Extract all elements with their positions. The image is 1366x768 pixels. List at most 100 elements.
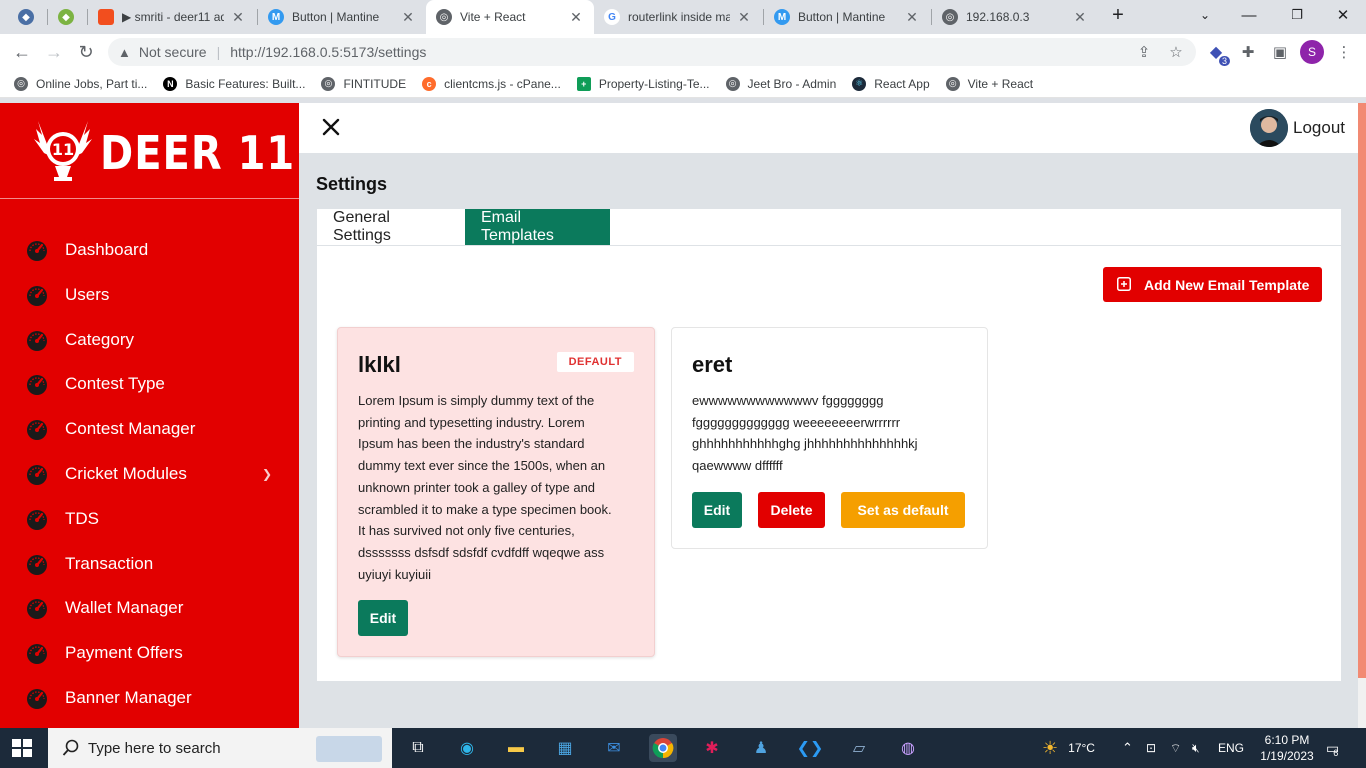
sidebar-item-payment-offers[interactable]: Payment Offers [0,631,299,675]
extension-icon[interactable]: ◆ 3 [1204,40,1230,66]
slack-icon[interactable]: ✱ [698,734,726,762]
new-tab-button[interactable]: + [1098,0,1138,30]
minimize-icon[interactable]: — [1226,0,1272,30]
weather-widget[interactable]: ☀ 17°C [1042,728,1095,768]
side-panel-icon[interactable]: ▣ [1268,40,1292,64]
close-window-icon[interactable]: ✕ [1320,0,1366,30]
restore-icon[interactable]: ❐ [1274,0,1320,30]
bookmark[interactable]: ◎ Jeet Bro - Admin [725,76,836,91]
tab-email-templates[interactable]: Email Templates [465,209,610,245]
speedometer-icon [27,644,47,665]
speedometer-icon [27,465,47,485]
language-indicator[interactable]: ENG [1218,728,1244,768]
file-explorer-icon[interactable]: ▬ [502,734,530,762]
network-icon[interactable]: ⊡ [1146,728,1156,768]
logout-link[interactable]: Logout [1293,118,1345,138]
clock[interactable]: 6:10 PM 1/19/2023 [1256,728,1318,768]
browser-tab[interactable]: M Button | Mantine ✕ [258,0,426,34]
globe-icon: ◎ [942,9,958,25]
close-icon[interactable] [319,115,343,139]
edit-button[interactable]: Edit [358,600,408,636]
template-body-line: It has survived not only five centuries, [358,523,575,539]
speedometer-icon [27,689,47,709]
weather-icon: ☀ [1042,737,1059,758]
avatar[interactable] [1250,109,1288,147]
edit-button[interactable]: Edit [692,492,742,528]
browser-tab[interactable]: M Button | Mantine ✕ [764,0,930,34]
default-badge: DEFAULT [556,352,634,372]
app-icon[interactable]: ♟ [747,734,775,762]
close-icon[interactable]: ✕ [736,9,752,26]
globe-icon: ◎ [436,9,452,25]
forward-icon[interactable]: → [40,38,68,66]
scrollbar-thumb[interactable] [1358,103,1366,678]
reload-icon[interactable]: ↻ [72,38,100,66]
security-label: Not secure [138,44,207,60]
edge-icon[interactable]: ◉ [453,734,481,762]
close-icon[interactable]: ✕ [568,9,584,26]
chevron-up-icon[interactable]: ⌃ [1122,728,1133,768]
sidebar-item-contest-manager[interactable]: Contest Manager [0,407,299,451]
sidebar-item-wallet-manager[interactable]: Wallet Manager [0,586,299,630]
share-icon[interactable]: ⇪ [1132,40,1156,64]
mail-icon[interactable]: ✉ [600,734,628,762]
sidebar-item-transaction[interactable]: Transaction [0,542,299,586]
windows-start-icon[interactable] [12,739,32,757]
profile-avatar[interactable]: S [1300,40,1324,64]
scrollbar[interactable] [1358,103,1366,728]
notifications-icon[interactable]: ▭ 6 [1326,728,1339,768]
sidebar-item-users[interactable]: Users [0,273,299,317]
volume-muted-icon[interactable]: 🔇︎ [1192,728,1200,768]
bookmark-label: Vite + React [967,76,1034,91]
bookmark[interactable]: c clientcms.js - cPane... [422,76,561,91]
globe-icon: ◎ [321,76,336,91]
wifi-icon[interactable]: ⌔ [1170,728,1181,768]
browser-tab[interactable]: ▶ smriti - deer11 ad ✕ [88,0,256,34]
github-desktop-icon[interactable]: ◍ [894,734,922,762]
tab-search-icon[interactable]: ⌄ [1182,0,1228,30]
sidebar-item-category[interactable]: Category [0,318,299,362]
bookmark-star-icon[interactable]: ☆ [1164,40,1188,64]
add-email-template-button[interactable]: Add New Email Template [1103,267,1322,302]
notepad-icon[interactable]: ▱ [845,734,873,762]
chrome-icon[interactable] [649,734,677,762]
close-icon[interactable]: ✕ [400,9,416,26]
close-icon[interactable]: ✕ [1072,9,1088,26]
react-icon: ⚛ [852,76,867,91]
bookmark[interactable]: ◎ FINTITUDE [321,76,406,91]
browser-tab-active[interactable]: ◎ Vite + React ✕ [426,0,594,34]
bookmark[interactable]: ◎ Vite + React [945,76,1034,91]
plus-square-icon [1117,277,1131,291]
close-icon[interactable]: ✕ [904,9,920,26]
bookmark[interactable]: + Property-Listing-Te... [576,76,710,91]
browser-tab-label: ▶ smriti - deer11 ad [122,10,224,24]
tab-general-settings[interactable]: General Settings [317,209,465,245]
close-icon[interactable]: ✕ [230,9,246,26]
app-header: Logout [299,103,1358,153]
sidebar-item-dashboard[interactable]: Dashboard [0,228,299,272]
template-body-line: dsssssss dsfsdf sdsfdf cvdfdff wqeqwe as… [358,544,605,560]
browser-tab[interactable]: G routerlink inside ma ✕ [594,0,762,34]
bookmark[interactable]: N Basic Features: Built... [163,76,305,91]
sidebar-item-cricket-modules[interactable]: Cricket Modules ❯ [0,452,299,496]
address-bar[interactable]: ▲ Not secure | http://192.168.0.5:5173/s… [108,38,1196,66]
set-default-button[interactable]: Set as default [841,492,965,528]
store-icon[interactable]: ▦ [551,734,579,762]
taskbar-search-input[interactable]: Type here to search [48,728,392,768]
browser-tab[interactable]: ◎ 192.168.0.3 ✕ [932,0,1098,34]
template-body-line: Lorem Ipsum is simply dummy text of the [358,393,595,408]
delete-button[interactable]: Delete [758,492,825,528]
menu-icon[interactable]: ⋮ [1332,40,1356,64]
puzzle-icon[interactable]: ✚ [1236,40,1260,64]
template-body: ewwwwwwwwwwwwv fgggggggg fggggggggggggg … [692,390,918,477]
vscode-icon[interactable]: ❮❯ [796,734,824,762]
sidebar-item-contest-type[interactable]: Contest Type [0,362,299,406]
back-icon[interactable]: ← [8,38,36,66]
sidebar-item-banner-manager[interactable]: Banner Manager [0,676,299,720]
browser-tab-pinned-1[interactable]: ◆ [8,0,46,34]
sidebar-item-tds[interactable]: TDS [0,497,299,541]
browser-tab-pinned-2[interactable]: ◆ [48,0,86,34]
bookmark[interactable]: ◎ Online Jobs, Part ti... [14,76,147,91]
bookmark[interactable]: ⚛ React App [852,76,930,91]
task-view-icon[interactable]: ⧉ [404,734,432,762]
